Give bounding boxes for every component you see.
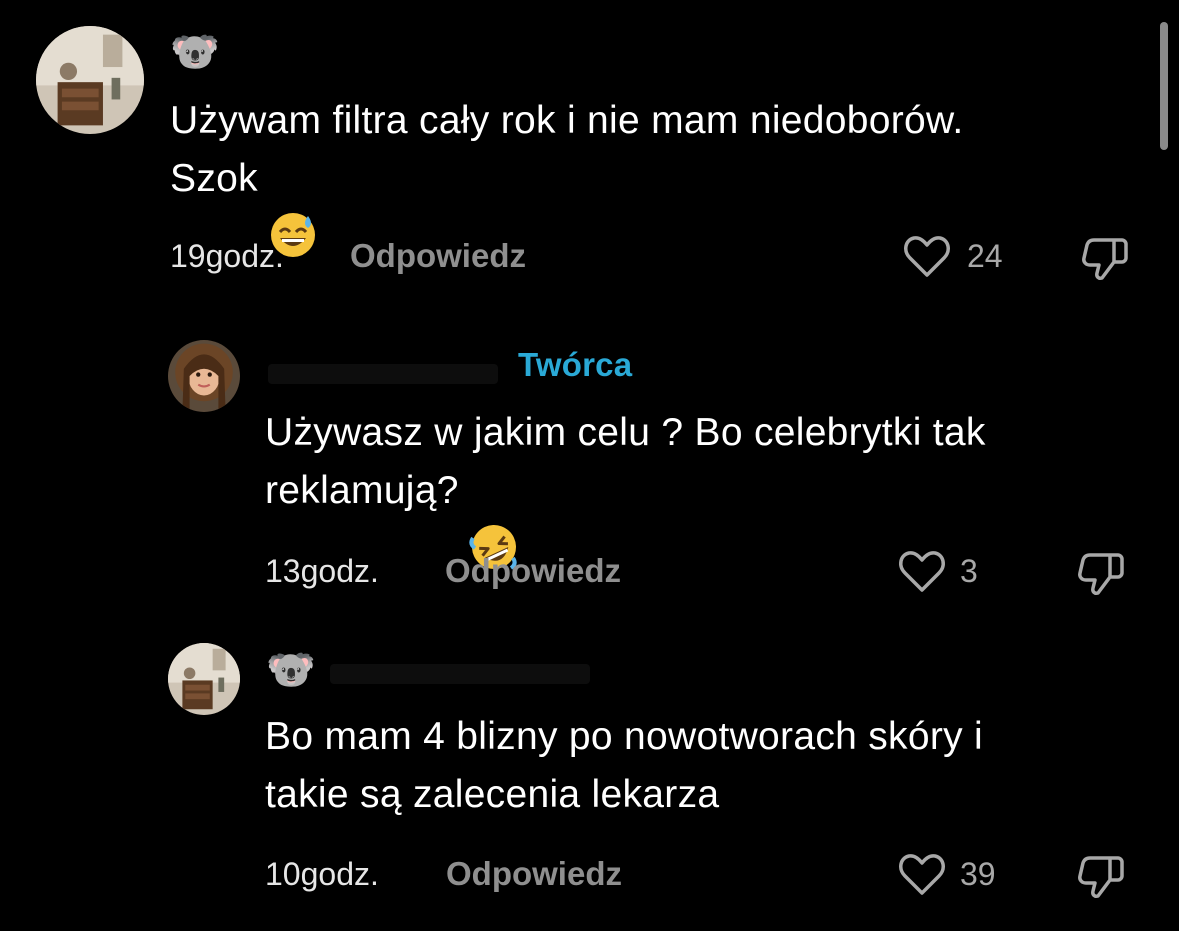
heart-icon[interactable] <box>902 232 952 282</box>
thumbs-down-icon[interactable] <box>1076 547 1126 597</box>
comment-text: Bo mam 4 blizny po nowotworach skóry i t… <box>265 708 1155 824</box>
heart-icon[interactable] <box>897 850 947 900</box>
like-count: 39 <box>960 856 996 892</box>
username-koala-icon: 🐨 <box>170 29 220 75</box>
like-count: 24 <box>967 238 1003 274</box>
username-redacted <box>330 664 590 684</box>
avatar[interactable] <box>168 340 240 412</box>
comment-timestamp: 10godz. <box>265 856 379 892</box>
comment-text-content: Używasz w jakim celu ? Bo celebrytki tak… <box>265 411 986 512</box>
thumbs-down-icon[interactable] <box>1080 232 1130 282</box>
comment-text-content: Bo mam 4 blizny po nowotworach skóry i t… <box>265 715 984 816</box>
creator-badge: Twórca <box>518 346 633 383</box>
reply-button[interactable]: Odpowiedz <box>445 552 621 590</box>
comment-text: Używam filtra cały rok i nie mam niedobo… <box>170 92 1150 257</box>
comment-timestamp: 19godz. <box>170 238 284 274</box>
reply-button[interactable]: Odpowiedz <box>446 855 622 893</box>
thumbs-down-icon[interactable] <box>1076 850 1126 900</box>
like-count: 3 <box>960 553 978 589</box>
username-koala-icon: 🐨 <box>266 647 316 693</box>
avatar-image-room <box>36 26 144 134</box>
comment-timestamp: 13godz. <box>265 553 379 589</box>
heart-icon[interactable] <box>897 547 947 597</box>
avatar-image-portrait <box>168 340 240 412</box>
avatar-image-room <box>168 643 240 715</box>
scrollbar[interactable] <box>1160 22 1168 150</box>
sweat-smile-emoji-icon <box>268 152 318 257</box>
reply-button[interactable]: Odpowiedz <box>350 237 526 275</box>
comment-text: Używasz w jakim celu ? Bo celebrytki tak… <box>265 404 1155 570</box>
rofl-emoji-icon <box>469 464 519 570</box>
username-redacted <box>268 364 498 384</box>
avatar[interactable] <box>36 26 144 134</box>
avatar[interactable] <box>168 643 240 715</box>
